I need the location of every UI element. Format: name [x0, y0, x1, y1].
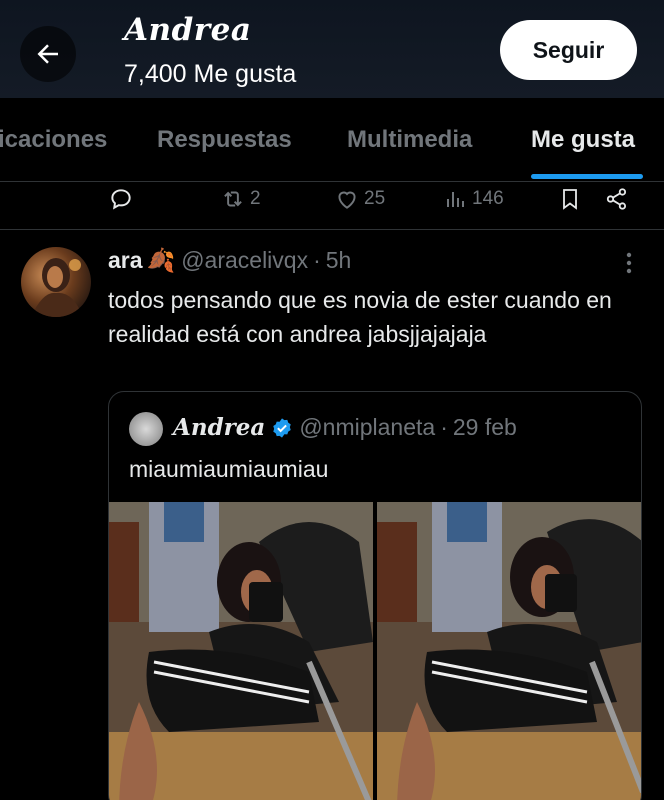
- reply-icon: [111, 189, 131, 210]
- follow-button[interactable]: Seguir: [500, 20, 637, 80]
- separator-dot: ·: [313, 247, 321, 273]
- retweet-button[interactable]: 2: [220, 186, 261, 212]
- tab-respuestas[interactable]: Respuestas: [157, 126, 292, 154]
- share-icon: [606, 188, 627, 210]
- quoted-tweet[interactable]: Andrea @nmiplaneta · 29 feb miaumiaumiau…: [108, 391, 642, 800]
- retweet-count: 2: [250, 188, 261, 209]
- reply-button[interactable]: [108, 186, 134, 212]
- views-icon: [447, 192, 464, 207]
- verified-badge-icon: [271, 417, 293, 439]
- photo-1-image: [109, 502, 373, 800]
- quoted-avatar: [129, 412, 163, 446]
- tweet[interactable]: ara 🍂 @aracelivqx · 5h todos pensando qu…: [0, 231, 664, 800]
- heart-icon: [338, 191, 356, 209]
- tab-publicaciones[interactable]: icaciones: [0, 126, 107, 154]
- profile-name: Andrea: [124, 12, 252, 48]
- quoted-text: miaumiaumiaumiau: [129, 456, 329, 482]
- profile-tabs: icaciones Respuestas Multimedia Me gusta: [0, 98, 664, 182]
- views-button[interactable]: 146: [444, 186, 504, 212]
- quoted-header: Andrea @nmiplaneta · 29 feb: [173, 414, 517, 441]
- quoted-photo-1[interactable]: [109, 502, 373, 800]
- back-button[interactable]: [20, 26, 76, 82]
- like-count: 25: [364, 188, 386, 209]
- active-tab-indicator: [531, 174, 643, 179]
- quoted-time: 29 feb: [452, 414, 517, 440]
- quoted-photo-2[interactable]: [377, 502, 641, 800]
- author-handle[interactable]: @aracelivqx: [181, 247, 308, 274]
- retweet-icon: [224, 191, 242, 207]
- likes-count: 7,400 Me gusta: [124, 60, 297, 88]
- arrow-left-icon: [37, 44, 58, 64]
- tweet-time[interactable]: 5h: [326, 247, 352, 274]
- tab-me-gusta[interactable]: Me gusta: [531, 126, 635, 154]
- quoted-handle: @nmiplaneta: [299, 414, 436, 440]
- quoted-separator-dot: ·: [440, 414, 448, 440]
- tab-multimedia[interactable]: Multimedia: [347, 126, 472, 154]
- like-button[interactable]: 25: [334, 186, 385, 212]
- avatar[interactable]: [21, 247, 91, 317]
- bookmark-button[interactable]: [558, 186, 582, 212]
- share-button[interactable]: [604, 186, 630, 212]
- views-count: 146: [472, 188, 504, 209]
- more-vertical-icon: [626, 252, 632, 274]
- photo-2-image: [377, 502, 641, 800]
- more-options-button[interactable]: [620, 251, 638, 275]
- tweet-header: ara 🍂 @aracelivqx · 5h: [108, 247, 351, 274]
- author-name[interactable]: ara: [108, 247, 143, 274]
- tweet-text: todos pensando que es novia de ester cua…: [108, 287, 612, 347]
- profile-header: Andrea 7,400 Me gusta Seguir: [0, 0, 664, 98]
- leaf-emoji: 🍂: [146, 247, 176, 273]
- bookmark-icon: [563, 189, 577, 210]
- previous-tweet-actions: 2 25 146: [0, 182, 664, 230]
- avatar-photo: [31, 258, 83, 317]
- quoted-author-name: Andrea: [173, 414, 266, 441]
